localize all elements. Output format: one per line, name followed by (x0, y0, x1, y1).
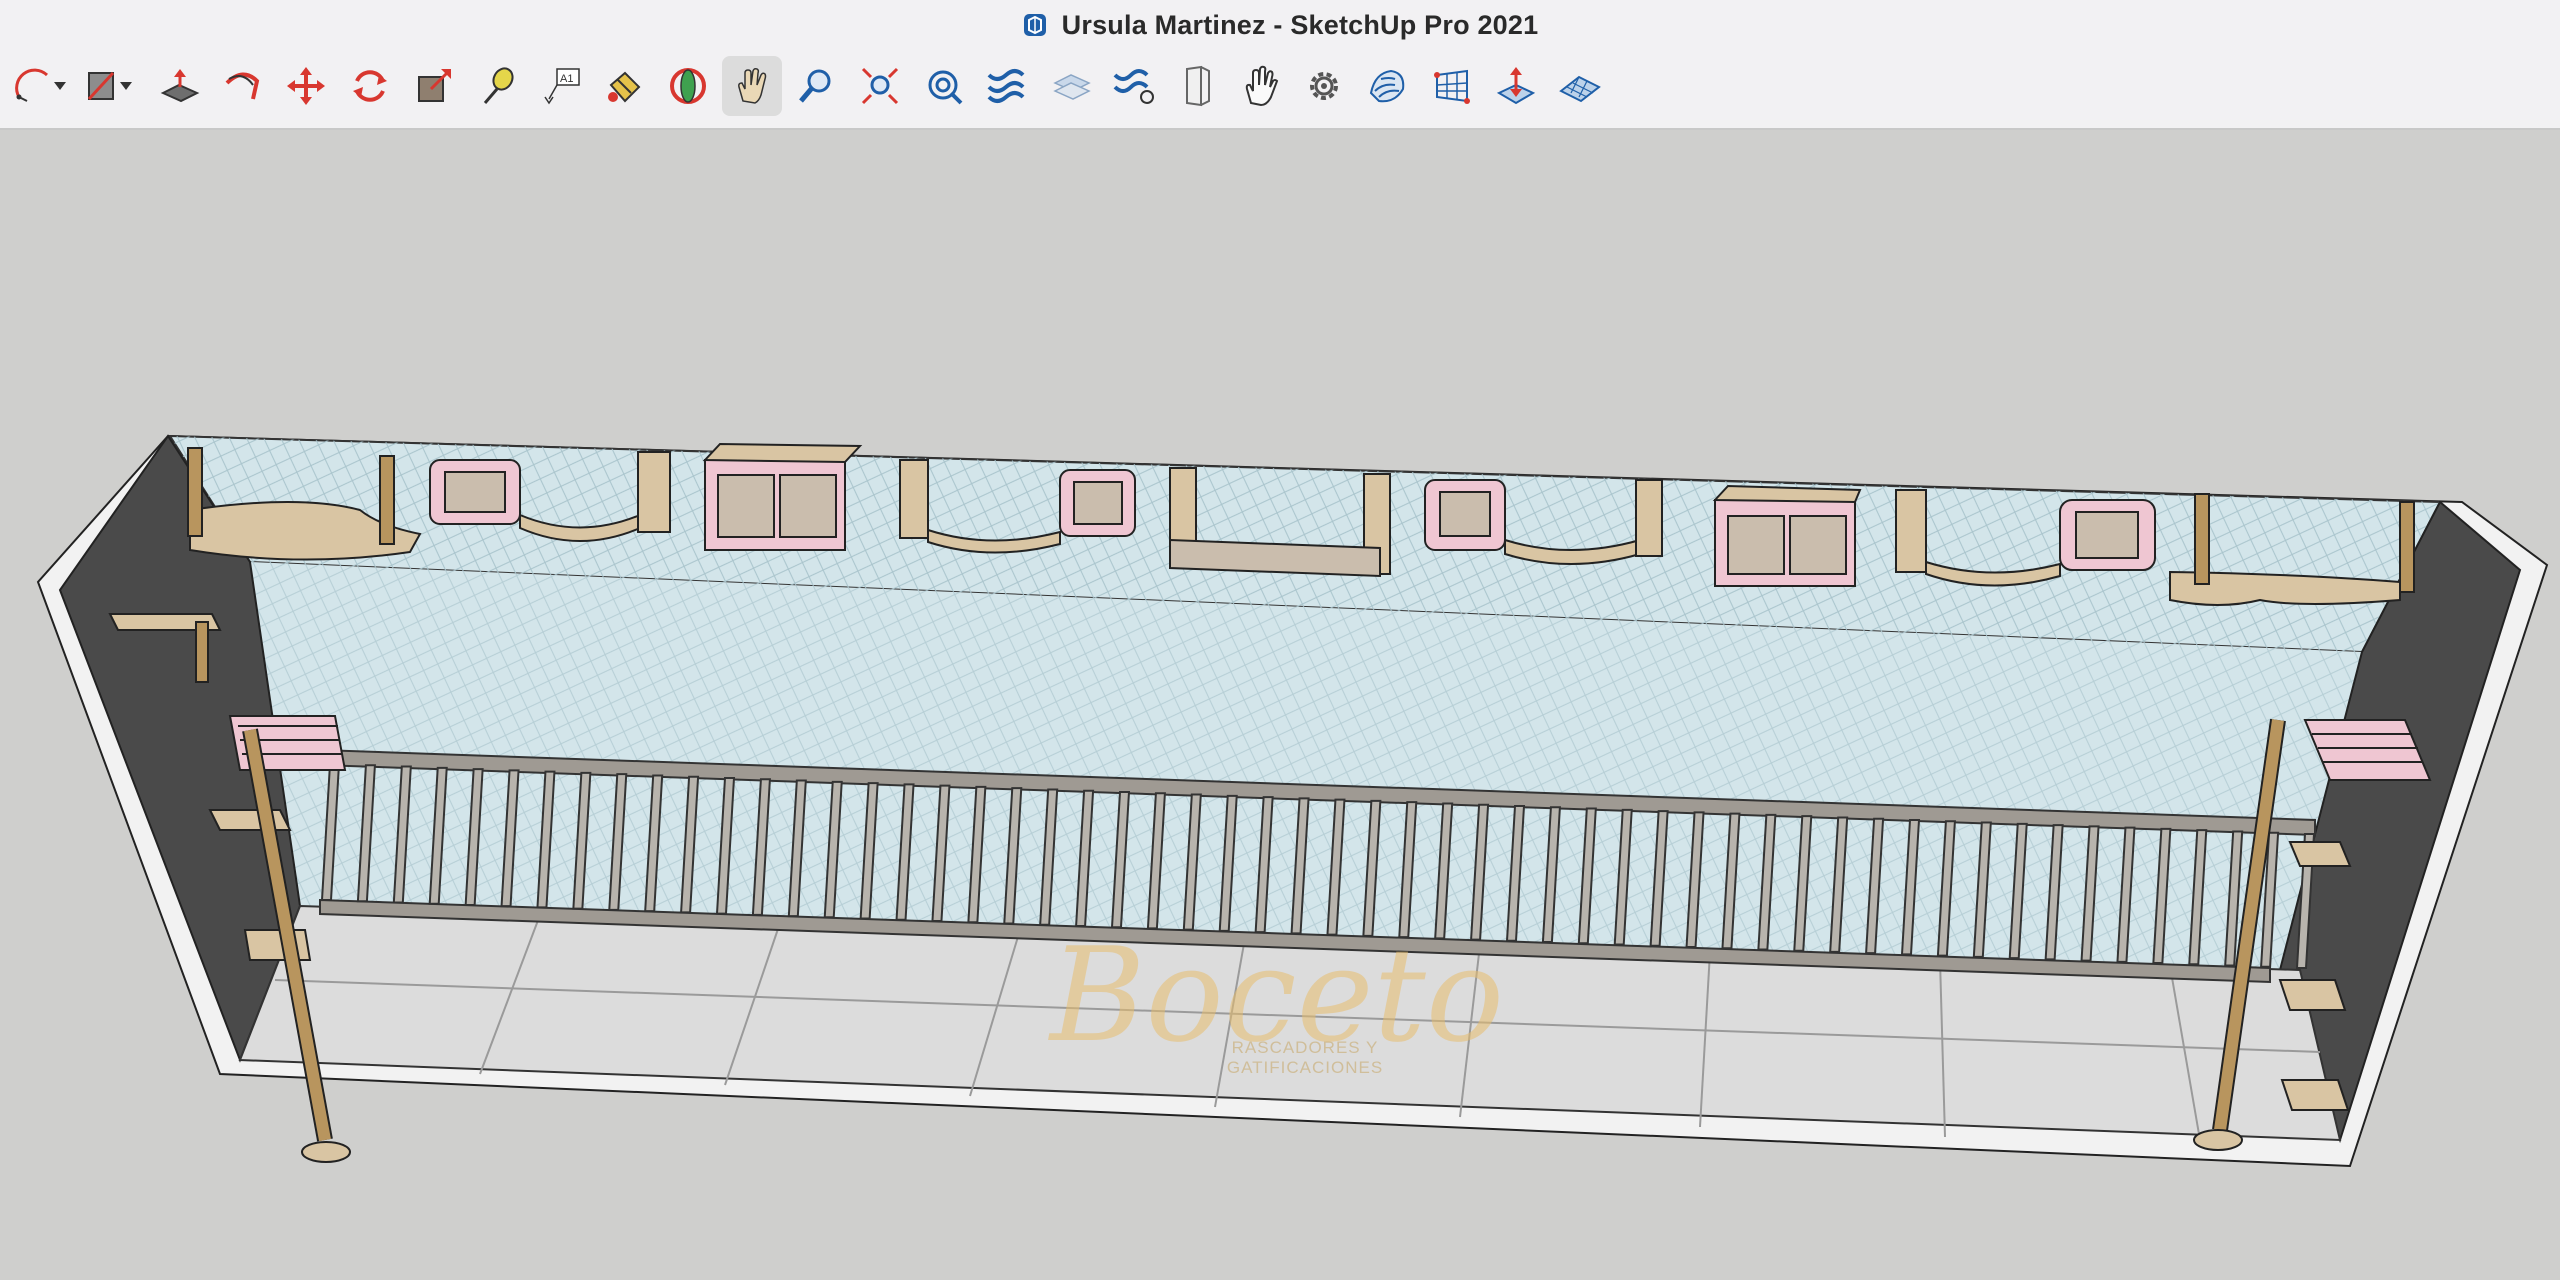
section-plane-tool-button[interactable] (976, 56, 1036, 116)
components-tool-button[interactable] (1104, 56, 1164, 116)
orbit-tool-button[interactable] (658, 56, 718, 116)
main-toolbar: A1 (0, 50, 2560, 130)
door-tool-button[interactable] (1168, 56, 1228, 116)
window-title: Ursula Martinez - SketchUp Pro 2021 (1061, 9, 1539, 40)
hand-icon (1245, 65, 1279, 107)
outliner-icon (1053, 74, 1091, 100)
rotate-icon (353, 70, 387, 102)
title-bar: Ursula Martinez - SketchUp Pro 2021 (0, 0, 2560, 50)
door-icon (1186, 65, 1210, 107)
model-viewport[interactable]: Boceto RASCADORES Y GATIFICACIONES (0, 130, 2560, 1280)
svg-text:A1: A1 (560, 73, 573, 85)
eraser-tool-button[interactable] (72, 56, 132, 116)
terrain-tool-button[interactable] (1550, 56, 1610, 116)
orbit-icon (670, 68, 706, 104)
zoom-extents-icon (861, 67, 899, 105)
paint-bucket-tool-button[interactable] (594, 56, 654, 116)
push-pull-icon (160, 69, 200, 103)
zoom-tool-button[interactable] (786, 56, 846, 116)
grid-tool-button[interactable] (1422, 56, 1482, 116)
follow-me-tool-button[interactable] (212, 56, 272, 116)
move-icon (287, 67, 325, 105)
add-location-tool-button[interactable] (1486, 56, 1546, 116)
settings-tool-button[interactable] (1294, 56, 1354, 116)
pan-hand-icon (738, 68, 767, 104)
hand-tool-button[interactable] (1230, 56, 1290, 116)
arc-icon (15, 68, 49, 102)
eraser-dropdown-caret[interactable] (120, 82, 132, 90)
text-tool-button[interactable]: A1 (532, 56, 592, 116)
section-plane-icon (987, 69, 1025, 103)
text-label-icon: A1 (544, 68, 580, 105)
grid-icon (1434, 69, 1470, 104)
components-icon (1113, 69, 1154, 104)
sandbox-icon (1369, 69, 1405, 103)
arc-dropdown-caret[interactable] (54, 82, 66, 90)
sandbox-tool-button[interactable] (1358, 56, 1418, 116)
push-pull-tool-button[interactable] (150, 56, 210, 116)
zoom-extents-tool-button[interactable] (850, 56, 910, 116)
previous-view-icon (928, 70, 963, 105)
model-drawing (36, 434, 2549, 1168)
previous-view-tool-button[interactable] (914, 56, 974, 116)
outliner-tool-button[interactable] (1042, 56, 1102, 116)
gear-icon (1310, 72, 1338, 100)
pan-tool-button[interactable] (722, 56, 782, 116)
zoom-icon (799, 69, 831, 103)
scale-icon (418, 69, 451, 102)
paint-bucket-icon (608, 71, 641, 103)
move-tool-button[interactable] (276, 56, 336, 116)
terrain-icon (1559, 75, 1601, 103)
eraser-icon (87, 71, 115, 101)
sketchup-app-icon (1023, 14, 1046, 36)
location-icon (1496, 67, 1536, 105)
tape-measure-icon (483, 67, 514, 104)
arc-tool-button[interactable] (6, 56, 66, 116)
rotate-tool-button[interactable] (340, 56, 400, 116)
scale-tool-button[interactable] (404, 56, 464, 116)
follow-me-icon (225, 72, 260, 100)
tape-measure-tool-button[interactable] (468, 56, 528, 116)
